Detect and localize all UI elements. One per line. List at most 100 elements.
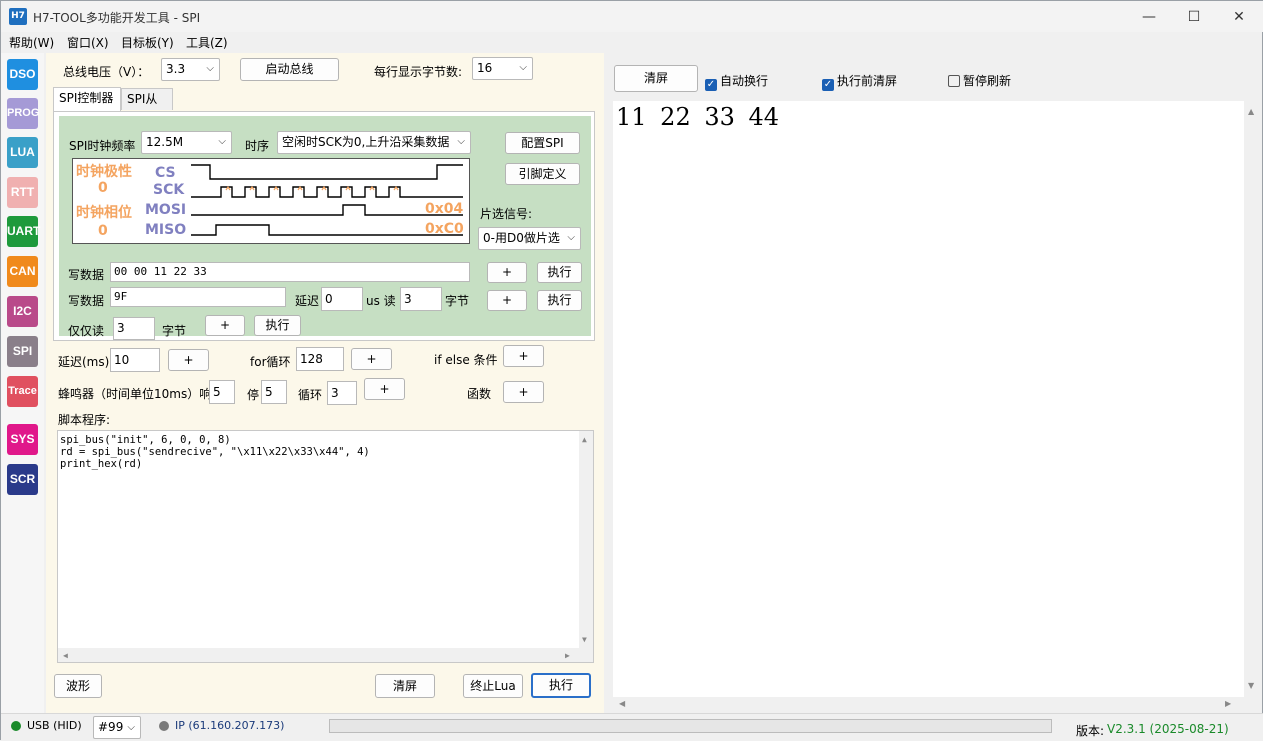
version-label: 版本: — [1076, 724, 1105, 738]
exec-write-button[interactable]: 执行 — [537, 262, 582, 283]
cs-signal-select[interactable]: 0-用D0做片选 ⌵ — [478, 227, 581, 250]
menu-tools[interactable]: 工具(Z) — [186, 34, 228, 51]
script-horizontal-scrollbar[interactable]: ◀ ▶ — [58, 648, 593, 662]
mosi-signal-name: MOSI — [145, 202, 186, 218]
output-horizontal-scrollbar[interactable]: ◀ ▶ — [613, 697, 1244, 711]
us-read-label: us 读 — [366, 294, 396, 308]
bytes-per-line-label: 每行显示字节数: — [374, 65, 463, 79]
output-text: 11 22 33 44 — [616, 103, 780, 131]
add-write-button[interactable]: + — [487, 262, 527, 283]
nav-i2c-button[interactable]: I2C — [7, 296, 38, 327]
timing-select[interactable]: 空闲时SCK为0,上升沿采集数据 ⌵ — [277, 131, 471, 154]
window-title: H7-TOOL多功能开发工具 - SPI — [33, 11, 201, 25]
chevron-down-icon: ⌵ — [457, 136, 465, 147]
chevron-down-icon: ⌵ — [567, 232, 575, 243]
start-bus-button[interactable]: 启动总线 — [240, 58, 339, 81]
scroll-right-icon[interactable]: ▶ — [1225, 699, 1231, 708]
chevron-down-icon: ⌵ — [127, 722, 135, 733]
delay-label: 延迟 — [295, 294, 320, 308]
add-for-button[interactable]: + — [351, 348, 392, 370]
buzzer-on-input[interactable]: 5 — [209, 380, 235, 404]
script-line: rd = spi_bus("sendrecive", "\x11\x22\x33… — [60, 446, 370, 458]
close-button[interactable]: ✕ — [1217, 5, 1261, 29]
for-loop-input[interactable]: 128 — [296, 347, 344, 371]
buzzer-stop-input[interactable]: 5 — [261, 380, 287, 404]
maximize-button[interactable]: ☐ — [1172, 5, 1216, 29]
add-function-button[interactable]: + — [503, 381, 544, 403]
spi-timing-diagram: 时钟极性 0 时钟相位 0 CS SCK MOSI MISO 0x04 0xC0 — [72, 158, 470, 244]
write-data-input[interactable]: 00 00 11 22 33 — [110, 262, 470, 282]
delay-ms-label: 延迟(ms) — [58, 355, 110, 369]
menu-bar: 帮助(W) 窗口(X) 目标板(Y) 工具(Z) — [1, 32, 1263, 52]
auto-wrap-checkbox[interactable]: ✓ 自动换行 — [705, 72, 768, 91]
stop-lua-button[interactable]: 终止Lua — [463, 674, 523, 698]
clear-output-button[interactable]: 清屏 — [614, 65, 698, 92]
scroll-up-icon[interactable]: ▲ — [1248, 107, 1254, 116]
scroll-down-icon[interactable]: ▼ — [1248, 681, 1254, 690]
waveform-button[interactable]: 波形 — [54, 674, 102, 698]
scroll-up-icon[interactable]: ▲ — [582, 434, 587, 446]
ip-status-icon — [159, 721, 169, 731]
nav-rtt-button[interactable]: RTT — [7, 177, 38, 208]
scroll-down-icon[interactable]: ▼ — [582, 634, 587, 646]
if-else-label: if else 条件 — [434, 353, 498, 367]
unchecked-box-icon — [948, 75, 960, 87]
nav-can-button[interactable]: CAN — [7, 256, 38, 287]
delay-us-input[interactable]: 0 — [321, 287, 363, 311]
cpol-label: 时钟极性 — [76, 163, 132, 180]
voltage-label: 总线电压（V）： — [63, 65, 150, 79]
tab-spi-slave[interactable]: SPI从机 — [121, 88, 173, 126]
sck-signal-name: SCK — [153, 182, 185, 198]
nav-trace-button[interactable]: Trace — [7, 376, 38, 407]
version-value: V2.3.1 (2025-08-21) — [1107, 722, 1229, 736]
output-console[interactable]: 11 22 33 44 — [613, 101, 1244, 697]
config-spi-button[interactable]: 配置SPI — [505, 132, 580, 154]
read-only-bytes-input[interactable]: 3 — [113, 317, 155, 340]
add-buzzer-button[interactable]: + — [364, 378, 405, 400]
add-if-else-button[interactable]: + — [503, 345, 544, 367]
minimize-button[interactable]: — — [1127, 5, 1171, 29]
write-read-data-input[interactable]: 9F — [110, 287, 286, 307]
nav-dso-button[interactable]: DSO — [7, 59, 38, 90]
scroll-left-icon[interactable]: ◀ — [63, 650, 68, 662]
menu-window[interactable]: 窗口(X) — [67, 34, 109, 51]
pause-refresh-checkbox[interactable]: 暂停刷新 — [948, 72, 1011, 89]
nav-uart-button[interactable]: UART — [7, 216, 40, 247]
nav-scr-button[interactable]: SCR — [7, 464, 38, 495]
spi-freq-select[interactable]: 12.5M ⌵ — [141, 131, 232, 154]
tab-spi-controller[interactable]: SPI控制器 — [53, 87, 121, 111]
script-editor[interactable]: spi_bus("init", 6, 0, 0, 8) rd = spi_bus… — [57, 430, 594, 663]
nav-lua-button[interactable]: LUA — [7, 137, 38, 168]
add-write-read-button[interactable]: + — [487, 290, 527, 311]
menu-target[interactable]: 目标板(Y) — [121, 34, 174, 51]
buzzer-loop-input[interactable]: 3 — [327, 381, 357, 405]
nav-spi-button[interactable]: SPI — [7, 336, 38, 367]
clear-before-run-checkbox[interactable]: ✓ 执行前清屏 — [822, 72, 897, 91]
script-line: print_hex(rd) — [60, 458, 143, 470]
script-vertical-scrollbar[interactable]: ▲ ▼ — [579, 431, 593, 648]
output-vertical-scrollbar[interactable]: ▲ ▼ — [1244, 101, 1260, 697]
menu-help[interactable]: 帮助(W) — [9, 34, 54, 51]
run-script-button[interactable]: 执行 — [531, 673, 591, 698]
add-read-button[interactable]: + — [205, 315, 245, 336]
exec-write-read-button[interactable]: 执行 — [537, 290, 582, 311]
progress-bar — [329, 719, 1052, 733]
chevron-down-icon: ⌵ — [519, 62, 527, 73]
scroll-left-icon[interactable]: ◀ — [619, 699, 625, 708]
port-select[interactable]: #99 ⌵ — [93, 716, 141, 739]
nav-sys-button[interactable]: SYS — [7, 424, 38, 455]
add-delay-button[interactable]: + — [168, 349, 209, 371]
scroll-right-icon[interactable]: ▶ — [565, 650, 570, 662]
script-label: 脚本程序: — [58, 413, 111, 427]
read-bytes-input[interactable]: 3 — [400, 287, 442, 311]
usb-status: USB (HID) — [27, 719, 82, 732]
for-loop-label: for循环 — [250, 355, 291, 369]
nav-prog-button[interactable]: PROG — [7, 98, 39, 129]
exec-read-button[interactable]: 执行 — [254, 315, 301, 336]
clear-script-button[interactable]: 清屏 — [375, 674, 435, 698]
miso-waveform — [191, 224, 463, 236]
voltage-select[interactable]: 3.3 ⌵ — [161, 58, 220, 81]
pin-define-button[interactable]: 引脚定义 — [505, 163, 580, 185]
bytes-per-line-select[interactable]: 16 ⌵ — [472, 57, 533, 80]
delay-ms-input[interactable]: 10 — [110, 348, 160, 372]
